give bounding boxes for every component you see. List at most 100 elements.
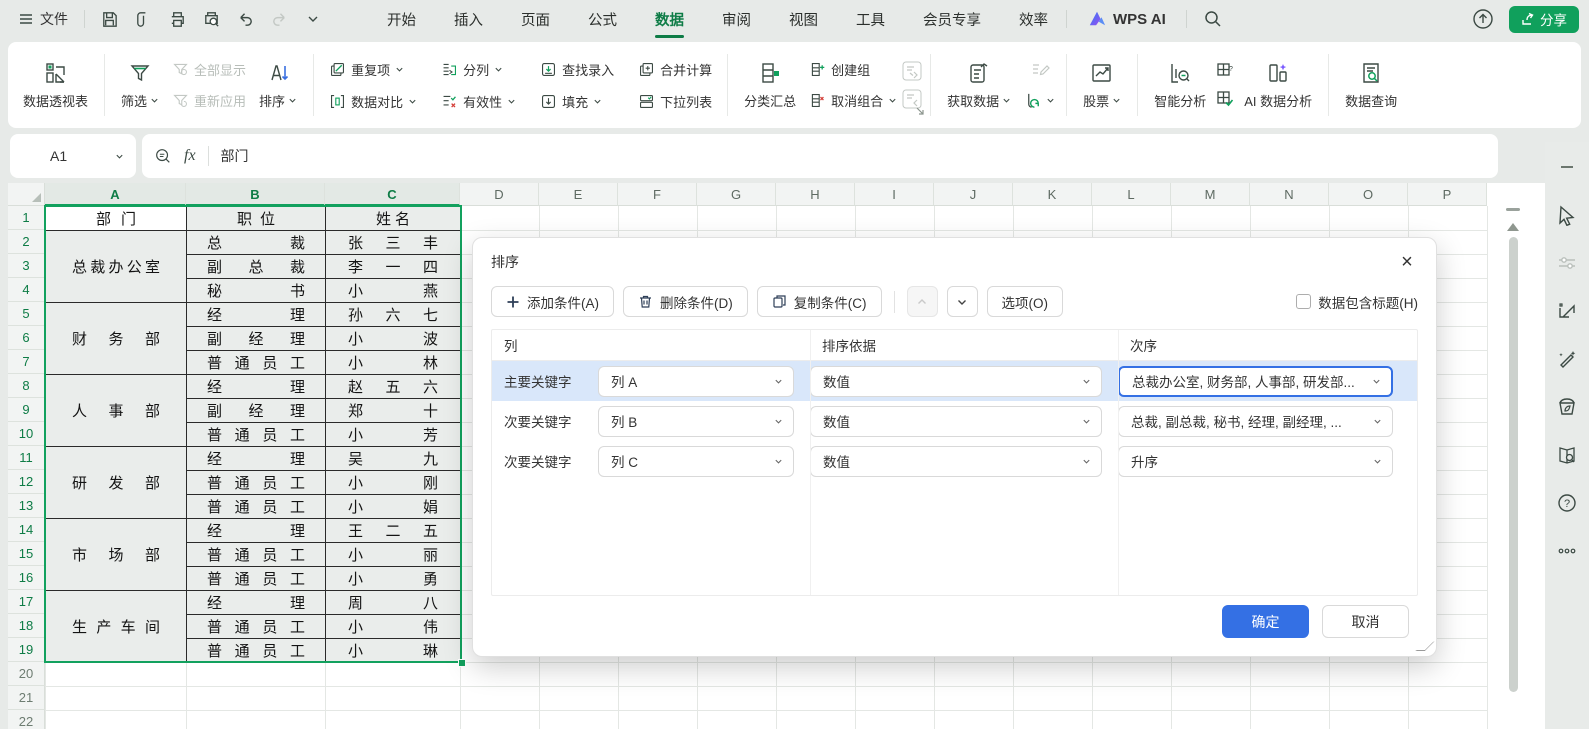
cell-B19[interactable]: 普通员工 [187, 639, 326, 663]
row-header-21[interactable]: 21 [8, 686, 45, 710]
fill-button[interactable]: 填充 [536, 90, 618, 113]
cell-A11-merged[interactable]: 研发部 [46, 447, 187, 519]
menu-tab-4[interactable]: 公式 [586, 3, 619, 36]
edit-query-icon[interactable] [1020, 59, 1059, 79]
basis-select[interactable]: 数值 [810, 366, 1102, 397]
row-header-11[interactable]: 11 [8, 446, 45, 470]
cell-C19[interactable]: 小琳 [326, 639, 461, 663]
cell-C15[interactable]: 小丽 [326, 543, 461, 567]
refresh-shape-icon[interactable] [1556, 300, 1578, 322]
redo-icon[interactable] [269, 9, 289, 29]
cell-B6[interactable]: 副经理 [187, 327, 326, 351]
stock-button[interactable]: 股票 [1074, 57, 1130, 114]
cell-C17[interactable]: 周八 [326, 591, 461, 615]
row-header-6[interactable]: 6 [8, 326, 45, 350]
scrollbar-thumb[interactable] [1509, 237, 1518, 692]
move-condition-down-button[interactable] [947, 286, 978, 317]
show-detail-icon[interactable] [901, 60, 923, 82]
cell-C12[interactable]: 小刚 [326, 471, 461, 495]
cell-B5[interactable]: 经理 [187, 303, 326, 327]
column-header-G[interactable]: G [697, 183, 776, 206]
column-header-O[interactable]: O [1329, 183, 1408, 206]
column-header-F[interactable]: F [618, 183, 697, 206]
row-header-18[interactable]: 18 [8, 614, 45, 638]
basis-select[interactable]: 数值 [810, 446, 1102, 477]
row-header-5[interactable]: 5 [8, 302, 45, 326]
select-all-corner[interactable] [8, 183, 45, 206]
cell-C5[interactable]: 孙六七 [326, 303, 461, 327]
cell-B7[interactable]: 普通员工 [187, 351, 326, 375]
print-icon[interactable] [167, 9, 187, 29]
column-header-M[interactable]: M [1171, 183, 1250, 206]
cell-B11[interactable]: 经理 [187, 447, 326, 471]
cell-B4[interactable]: 秘书 [187, 279, 326, 303]
column-select[interactable]: 列 C [598, 446, 794, 477]
cell-C11[interactable]: 吴九 [326, 447, 461, 471]
column-header-P[interactable]: P [1408, 183, 1487, 206]
dropdown-list-button[interactable]: 下拉列表 [634, 90, 716, 113]
more-icon[interactable] [1556, 540, 1578, 562]
cell-A14-merged[interactable]: 市场部 [46, 519, 187, 591]
cell-A8-merged[interactable]: 人事部 [46, 375, 187, 447]
cell-C4[interactable]: 小燕 [326, 279, 461, 303]
formula-bar[interactable]: fx 部门 [142, 134, 1498, 178]
order-select[interactable]: 升序 [1118, 446, 1393, 477]
cell-B9[interactable]: 副经理 [187, 399, 326, 423]
cell-C16[interactable]: 小勇 [326, 567, 461, 591]
column-header-E[interactable]: E [539, 183, 618, 206]
column-header-K[interactable]: K [1013, 183, 1092, 206]
lookup-entry-button[interactable]: 查找录入 [536, 58, 618, 81]
options-button[interactable]: 选项(O) [987, 286, 1064, 317]
cell-B16[interactable]: 普通员工 [187, 567, 326, 591]
column-header-D[interactable]: D [460, 183, 539, 206]
ai-analysis-button[interactable]: AI 数据分析 [1235, 57, 1321, 114]
reapply-button[interactable]: 重新应用 [168, 89, 250, 112]
close-icon[interactable]: × [1396, 253, 1418, 271]
data-compare-button[interactable]: 数据对比 [325, 90, 421, 113]
row-header-9[interactable]: 9 [8, 398, 45, 422]
row-header-20[interactable]: 20 [8, 662, 45, 686]
filter-button[interactable]: 筛选 [112, 57, 168, 114]
menu-tab-9[interactable]: 会员专享 [921, 3, 983, 36]
row-header-12[interactable]: 12 [8, 470, 45, 494]
row-header-17[interactable]: 17 [8, 590, 45, 614]
menu-tab-1[interactable]: 开始 [385, 3, 418, 36]
merge-calc-button[interactable]: 合并计算 [634, 58, 716, 81]
ok-button[interactable]: 确定 [1222, 605, 1309, 638]
create-group-button[interactable]: 创建组 [805, 58, 901, 81]
row-header-4[interactable]: 4 [8, 278, 45, 302]
scrollbar-split-handle[interactable] [1506, 208, 1520, 211]
scroll-up-arrow-icon[interactable] [1507, 223, 1519, 231]
split-columns-button[interactable]: 分列 [437, 58, 520, 81]
cell-A17-merged[interactable]: 生产车间 [46, 591, 187, 663]
cell-B2[interactable]: 总裁 [187, 231, 326, 255]
fx-icon[interactable]: fx [184, 147, 196, 165]
cell-A2-merged[interactable]: 总裁办公室 [46, 231, 187, 303]
undo-icon[interactable] [235, 9, 255, 29]
cell-B3[interactable]: 副总裁 [187, 255, 326, 279]
cell-C7[interactable]: 小林 [326, 351, 461, 375]
duplicates-button[interactable]: 重复项 [325, 58, 421, 81]
cell-C13[interactable]: 小娟 [326, 495, 461, 519]
cell-C1[interactable]: 姓名 [326, 207, 461, 231]
cell-C10[interactable]: 小芳 [326, 423, 461, 447]
collapse-ribbon-icon[interactable] [1556, 156, 1578, 178]
smart-analysis-button[interactable]: 智能分析 [1145, 57, 1215, 114]
quick-access-chevron-icon[interactable] [303, 9, 323, 29]
data-has-header-checkbox[interactable]: 数据包含标题(H) [1296, 292, 1418, 312]
cell-C9[interactable]: 郑十 [326, 399, 461, 423]
row-header-14[interactable]: 14 [8, 518, 45, 542]
row-header-15[interactable]: 15 [8, 542, 45, 566]
column-header-B[interactable]: B [186, 183, 325, 206]
row-header-8[interactable]: 8 [8, 374, 45, 398]
column-header-C[interactable]: C [325, 183, 460, 206]
column-header-H[interactable]: H [776, 183, 855, 206]
cell-C2[interactable]: 张三丰 [326, 231, 461, 255]
copy-condition-button[interactable]: 复制条件(C) [757, 286, 882, 317]
row-header-1[interactable]: 1 [8, 206, 45, 230]
row-header-22[interactable]: 22 [8, 710, 45, 729]
cell-C3[interactable]: 李一四 [326, 255, 461, 279]
cell-B1[interactable]: 职位 [187, 207, 326, 231]
table-question-icon[interactable]: ? [1215, 61, 1235, 81]
cell-B15[interactable]: 普通员工 [187, 543, 326, 567]
